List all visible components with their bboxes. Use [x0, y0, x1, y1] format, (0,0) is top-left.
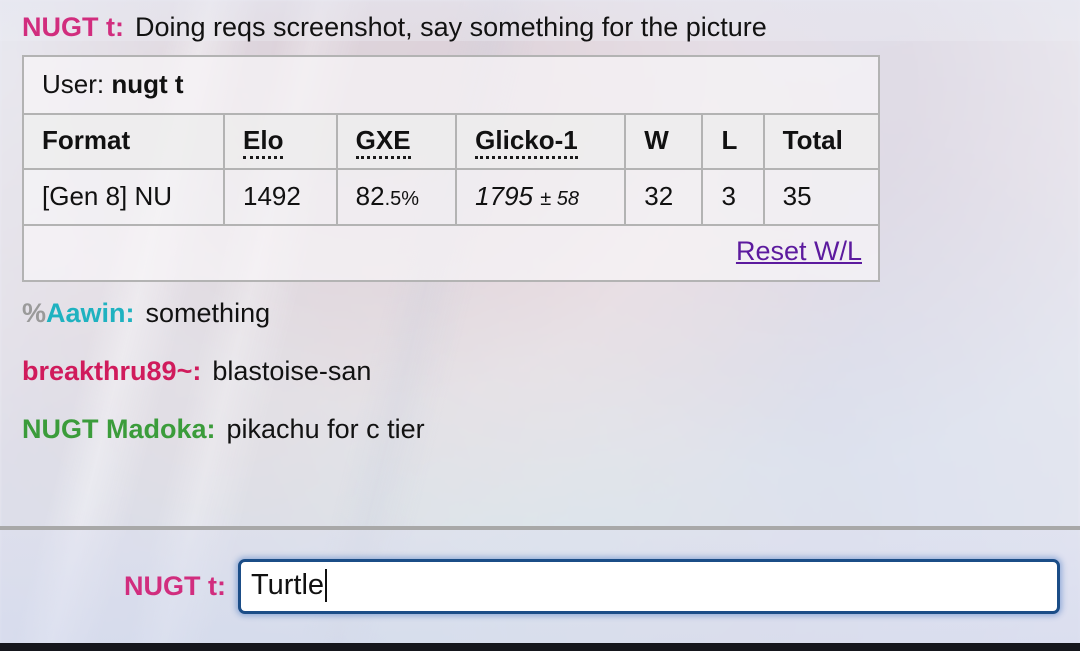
chat-username-nugt-madoka[interactable]: NUGT Madoka:	[22, 416, 227, 443]
gxe-percent-sign: %	[401, 188, 420, 210]
table-header-row: Format Elo GXE Glicko-1 W L Total	[24, 113, 878, 170]
column-header-gxe[interactable]: GXE	[335, 113, 458, 170]
cell-elo: 1492	[223, 168, 338, 226]
glicko-deviation: ± 58	[540, 188, 580, 210]
user-label: User:	[42, 69, 105, 99]
chat-message-top: NUGT t: Doing reqs screenshot, say somet…	[0, 0, 1080, 41]
username-text: Aawin:	[46, 298, 135, 328]
column-header-l: L	[701, 113, 765, 170]
ladder-rating-table-container: User: nugt t Format Elo GXE Glicko-1 W L…	[22, 55, 880, 282]
column-header-w: W	[624, 113, 704, 170]
column-header-w-label: W	[644, 125, 669, 155]
cell-format: [Gen 8] NU	[24, 168, 226, 226]
column-header-total-label: Total	[782, 125, 843, 155]
reset-wl-link[interactable]: Reset W/L	[736, 236, 862, 266]
column-header-format-label: Format	[42, 125, 131, 155]
table-row-rating: [Gen 8] NU 1492 82.5% 1795 ± 58 32 3 35	[24, 168, 878, 226]
ladder-rating-table: User: nugt t Format Elo GXE Glicko-1 W L…	[24, 57, 878, 280]
chat-message-text: something	[145, 298, 271, 328]
chat-composer-bar: NUGT t: Turtle	[0, 530, 1080, 643]
reset-cell: Reset W/L	[24, 224, 878, 280]
composer-username-label: NUGT t:	[124, 571, 226, 601]
column-header-format: Format	[24, 113, 226, 170]
text-caret	[325, 569, 328, 602]
gxe-fraction: .5	[384, 188, 402, 210]
chat-log[interactable]: NUGT t: Doing reqs screenshot, say somet…	[0, 0, 1080, 528]
chat-room-window: NUGT t: Doing reqs screenshot, say somet…	[0, 0, 1080, 651]
chat-message-nugt-madoka: NUGT Madoka: pikachu for c tier	[22, 416, 1080, 443]
chat-message-text: Doing reqs screenshot, say something for…	[134, 12, 767, 42]
chat-message-aawin: %Aawin: something	[22, 300, 1080, 327]
user-name-value: nugt t	[111, 69, 184, 99]
cell-total: 35	[762, 168, 878, 226]
chat-message-breakthru89: breakthru89~: blastoise-san	[22, 358, 1080, 385]
chat-message-text: pikachu for c tier	[226, 414, 425, 444]
gxe-whole: 82	[355, 181, 385, 211]
chat-input-value: Turtle	[250, 569, 325, 601]
window-bottom-bar	[0, 643, 1080, 651]
column-header-elo[interactable]: Elo	[223, 113, 338, 170]
chat-message-input[interactable]: Turtle	[237, 559, 1060, 614]
chat-username-nugt-t[interactable]: NUGT t:	[22, 14, 135, 41]
table-row-user: User: nugt t	[24, 57, 878, 115]
rank-symbol-driver: %	[22, 298, 47, 328]
username-text: NUGT Madoka:	[22, 414, 216, 444]
glicko-rating: 1795	[475, 181, 533, 211]
column-header-elo-label: Elo	[243, 125, 284, 159]
column-header-l-label: L	[721, 125, 738, 155]
cell-wins: 32	[624, 168, 704, 226]
cell-losses: 3	[701, 168, 765, 226]
column-header-total: Total	[762, 113, 878, 170]
column-header-gxe-label: GXE	[355, 125, 411, 159]
username-text: breakthru89~:	[22, 356, 202, 386]
cell-gxe: 82.5%	[335, 168, 458, 226]
chat-username-breakthru89[interactable]: breakthru89~:	[22, 358, 212, 385]
username-text: NUGT t:	[22, 12, 124, 42]
chat-username-aawin[interactable]: %Aawin:	[22, 300, 146, 327]
column-header-glicko-label: Glicko-1	[475, 125, 578, 159]
table-row-reset: Reset W/L	[24, 224, 878, 280]
user-cell: User: nugt t	[24, 57, 878, 115]
chat-message-text: blastoise-san	[212, 356, 372, 386]
cell-glicko: 1795 ± 58	[455, 168, 627, 226]
column-header-glicko[interactable]: Glicko-1	[455, 113, 627, 170]
chat-message-list: %Aawin: something breakthru89~: blastois…	[0, 300, 1080, 443]
